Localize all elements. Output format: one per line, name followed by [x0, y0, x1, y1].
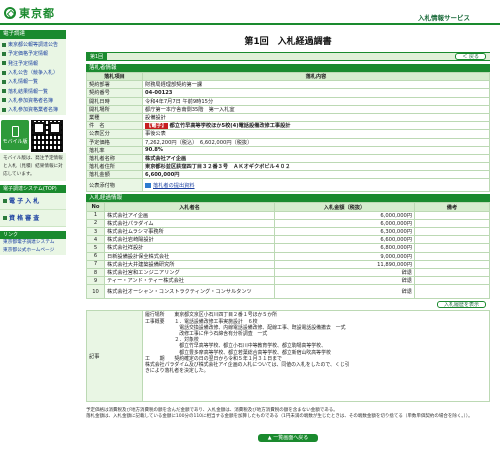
bullet-icon: [2, 51, 6, 56]
sidebar: 電子調達 東京都公報等調達公告 予定価格予定情報 発注予定情報 入札公告（競争入…: [0, 30, 66, 454]
ext-link-procurement[interactable]: 東京都電子調達システム: [0, 239, 66, 248]
col-remark: 備考: [414, 202, 490, 212]
bullet-icon: [2, 70, 6, 75]
table-row: 2 株式会社パラダイム 6,000,000円: [86, 218, 490, 229]
col-item: 落札項目: [86, 71, 143, 82]
footnote: 予定価格は消費税及び地方消費税の額を含んだ金額であり、入札金額は、消費税及び地方…: [86, 408, 473, 420]
table-row: 開札日時 令和4年7月7日 午前9時15分: [86, 96, 490, 106]
sidebar-menu: 東京都公報等調達公告 予定価格予定情報 発注予定情報 入札公告（競争入札） 入札…: [0, 39, 66, 116]
table-row: 予定価格 7,262,200円（税込） 6,602,000円（税抜）: [86, 137, 490, 147]
winner-table: 落札項目 落札内容 契約部署 財務局経理部契約第一課 契約番号 04-00123 開札…: [86, 71, 490, 193]
sidebar-item-bid-list[interactable]: 入札情報一覧: [0, 77, 66, 86]
table-row: 件 名【電子】 都立竹早高等学校ほか5校(4)電話設備改修工事設計: [86, 121, 490, 131]
sidebar-item-public-notice[interactable]: 東京都公報等調達公告: [0, 40, 66, 49]
attachment-link[interactable]: 落札者の提出資料: [153, 183, 195, 189]
col-no: No: [86, 202, 105, 212]
table-row: 記事 履行場所 東京都文京区小石川四丁目２番１号ほか５か所 工事概要 １．電話設…: [86, 310, 490, 403]
bullet-icon: [3, 216, 7, 221]
table-row: 1 株式会社アイ企画 6,000,000円: [86, 210, 490, 220]
table-row: 6 日新設備設計保全株式会社 9,000,000円: [86, 251, 490, 261]
bullet-icon: [2, 79, 6, 84]
notes-table: 記事 履行場所 東京都文京区小石川四丁目２番１号ほか５か所 工事概要 １．電話設…: [86, 310, 490, 403]
table-row: 落札率 90.8%: [86, 145, 490, 155]
document-icon: [145, 182, 151, 188]
page-title: 第1回 入札経過調書: [244, 37, 332, 47]
sidebar-item-qualified-vendors[interactable]: 入札参加資格業者名簿: [0, 105, 66, 114]
table-row: 3 株式会社ムラシマ事務所 6,300,000円: [86, 226, 490, 237]
subject-text: 都立竹早高等学校ほか5校(4)電話設備改修工事設計: [169, 123, 291, 130]
ext-link-official[interactable]: 東京都公式ホームページ: [0, 247, 66, 256]
table-row: 8 株式会社宮和エンジニアリング 辞退: [86, 267, 490, 278]
electronic-tag: 【電子】: [145, 123, 168, 130]
qualification-link[interactable]: 資 格 審 査: [0, 210, 66, 228]
history-row: 入札履歴を表示: [86, 301, 490, 309]
bid-history-button[interactable]: 入札履歴を表示: [436, 301, 486, 309]
bullet-icon: [2, 89, 6, 94]
mobile-note: モバイル版は、発注予定情報と入札（見積）結果情報に対応しています。: [0, 153, 66, 182]
e-bid-link[interactable]: 電 子 入 札: [0, 193, 66, 211]
table-row: 開札場所 都庁第一本庁舎南側35階 第一入札室: [86, 104, 490, 114]
col-amount: 入札金額（税抜）: [274, 202, 415, 212]
col-content: 落札内容: [142, 71, 490, 82]
logo-text: 東京都: [19, 7, 55, 20]
tab-round-1[interactable]: 第1回: [86, 52, 108, 61]
table-row: 7 株式会社大井建築設備研究所 11,890,000円: [86, 259, 490, 269]
table-row: 10 株式会社オーシャン・コンストラクティング・コンサルタンツ 辞退: [86, 284, 490, 300]
table-row: 4 株式会社岩崎陽設計 6,600,000円: [86, 235, 490, 245]
back-button[interactable]: ＜ 戻る: [455, 53, 486, 60]
section-winner: 落札者情報: [86, 64, 490, 72]
sidebar-item-bid-notice[interactable]: 入札公告（競争入札）: [0, 68, 66, 77]
table-row: 業種 設備設計: [86, 112, 490, 123]
footer-area: 予定価格は消費税及び地方消費税の額を含んだ金額であり、入札金額は、消費税及び地方…: [86, 408, 490, 443]
links-title: リンク: [0, 231, 66, 240]
table-row: 5 株式会社祥設計 6,800,000円: [86, 243, 490, 253]
sidebar-item-qualified-list[interactable]: 入札参加資格者名簿: [0, 96, 66, 105]
sidebar-item-order-plan[interactable]: 発注予定情報: [0, 59, 66, 68]
col-bidder: 入札者名: [104, 202, 275, 212]
sidebar-item-result-list[interactable]: 落札結果情報一覧: [0, 86, 66, 95]
table-row: 9 ティー・アンド・ティー株式会社 辞退: [86, 276, 490, 286]
tab-bar: 第1回 ＜ 戻る: [86, 52, 490, 61]
service-title: 入札情報サービス: [418, 14, 470, 22]
table-row: 契約部署 財務局経理部契約第一課: [86, 80, 490, 90]
tokyo-emblem-icon: [4, 7, 16, 19]
back-to-list-button[interactable]: ▲ 一覧画面へ戻る: [257, 434, 319, 443]
table-row: 公表区分 事後公表: [86, 129, 490, 139]
bullet-icon: [2, 98, 6, 103]
mobile-version-button[interactable]: モバイル版: [1, 120, 29, 151]
table-row: 落札者住所 東京都杉並区荻窪四丁目３２番３号 ＡＫオギクボビル４０２: [86, 162, 490, 172]
bullet-icon: [2, 42, 6, 47]
section-bids: 入札経過情報: [86, 194, 490, 203]
tokyo-logo[interactable]: 東京都: [4, 6, 68, 20]
table-row: 公表添付物 落札者の提出資料: [86, 178, 490, 193]
note-text: 履行場所 東京都文京区小石川四丁目２番１号ほか５か所 工事概要 １．電話設備改修…: [142, 310, 490, 403]
bullet-icon: [2, 107, 6, 112]
table-row: 契約番号 04-00123: [86, 88, 490, 98]
table-row: 落札金額 6,600,000円: [86, 170, 490, 180]
top-button-wrap: ▲ 一覧画面へ戻る: [86, 434, 490, 443]
mobile-section: モバイル版: [0, 119, 66, 153]
bids-table: No 入札者名 入札金額（税抜） 備考 1 株式会社アイ企画 6,000,000円 …: [86, 202, 490, 300]
bullet-icon: [2, 61, 6, 66]
sidebar-item-estimated-price[interactable]: 予定価格予定情報: [0, 49, 66, 58]
sidebar-menu-title: 電子調達: [0, 30, 66, 39]
mobile-phone-icon: [11, 125, 19, 137]
bullet-icon: [3, 199, 7, 204]
table-row: 落札者名称 株式会社アイ企画: [86, 153, 490, 164]
header-divider: [0, 23, 500, 25]
qr-code-icon: [31, 120, 63, 153]
main-content: 第1回 入札経過調書 第1回 ＜ 戻る 落札者情報 落札項目 落札内容 契約部署財…: [86, 30, 490, 403]
note-label: 記事: [86, 310, 143, 403]
